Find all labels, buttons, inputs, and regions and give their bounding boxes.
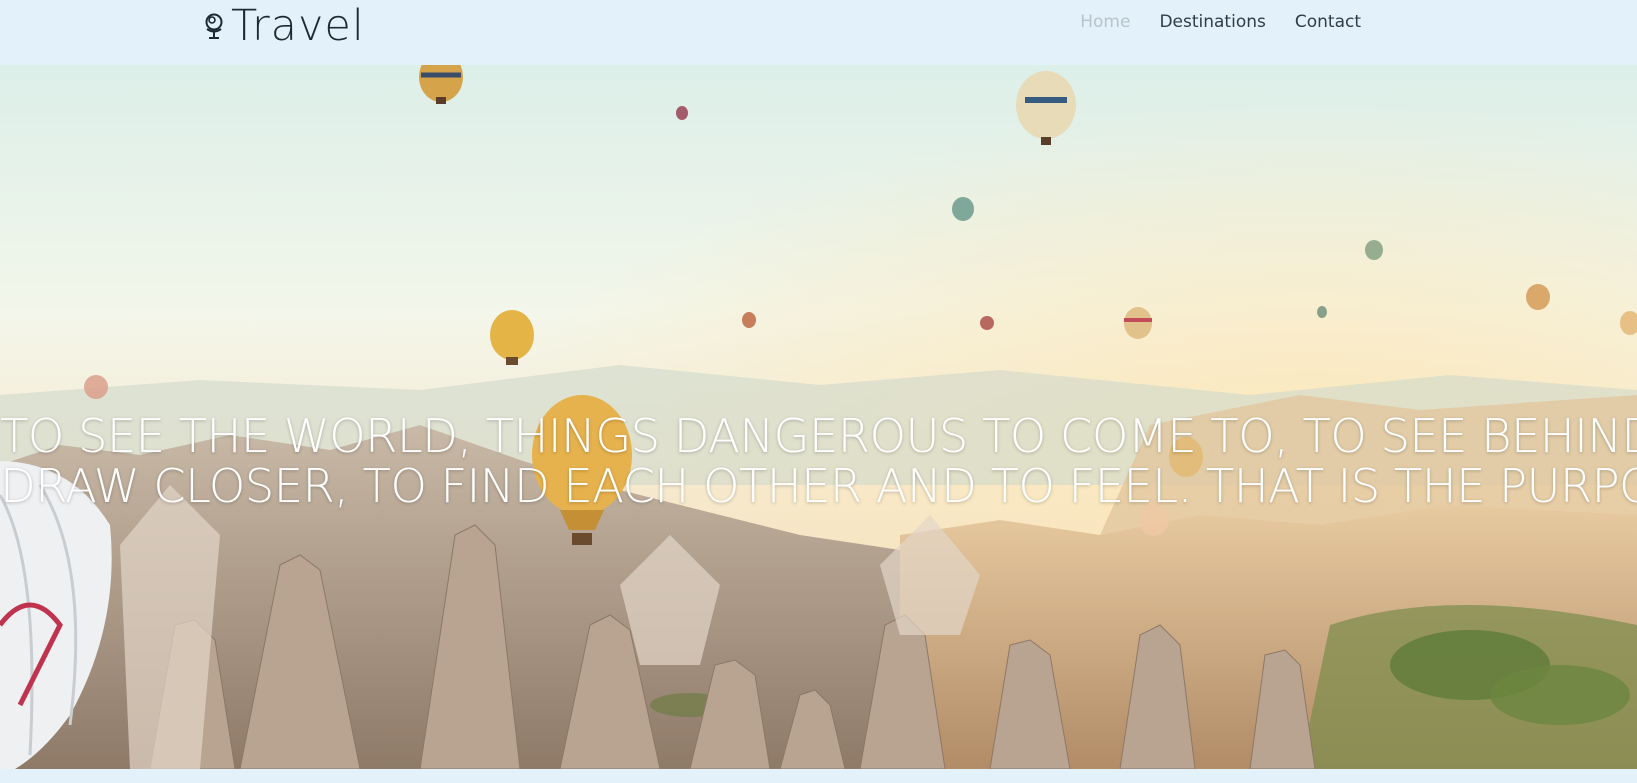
main-nav: Home Destinations Contact <box>1080 12 1361 32</box>
nav-link-destinations[interactable]: Destinations <box>1159 12 1265 32</box>
brand-logo-link[interactable]: Travel <box>203 2 365 50</box>
hero-banner: TO SEE THE WORLD, THINGS DANGEROUS TO CO… <box>0 65 1637 769</box>
hero-quote: TO SEE THE WORLD, THINGS DANGEROUS TO CO… <box>0 411 1637 511</box>
globe-stand-icon <box>205 13 223 39</box>
page-bottom-strip <box>0 769 1637 783</box>
hero-quote-line-2: DRAW CLOSER, TO FIND EACH OTHER AND TO F… <box>0 459 1637 513</box>
hero-quote-line-1: TO SEE THE WORLD, THINGS DANGEROUS TO CO… <box>0 409 1637 463</box>
top-navbar: Travel Home Destinations Contact <box>0 0 1637 65</box>
brand-name: Travel <box>231 1 365 51</box>
nav-link-contact[interactable]: Contact <box>1295 12 1361 32</box>
nav-link-home[interactable]: Home <box>1080 12 1130 32</box>
